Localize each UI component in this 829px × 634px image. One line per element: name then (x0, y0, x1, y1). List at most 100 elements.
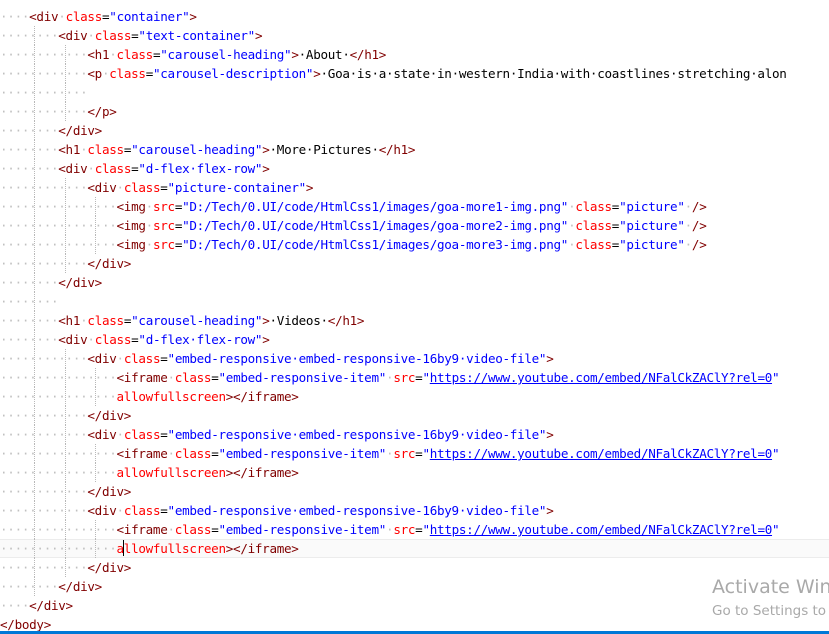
indent-guide (65, 444, 66, 463)
tag-token: <h1 (87, 47, 110, 62)
tag-token: </div> (29, 598, 73, 613)
indent-guide (34, 254, 35, 273)
tag-token: ></iframe> (225, 541, 299, 556)
whitespace-token: · (87, 28, 95, 43)
value-token: "carousel-heading" (131, 313, 263, 328)
indent-guide (34, 197, 35, 216)
code-line[interactable]: ········<div·class="d-flex·flex-row"> (0, 159, 829, 178)
code-line[interactable]: ············</div> (0, 406, 829, 425)
attribute-token: class (87, 313, 124, 328)
indent-whitespace: ················ (0, 199, 117, 214)
indent-whitespace: ············ (0, 180, 88, 195)
tag-token: ></iframe> (225, 465, 299, 480)
code-line[interactable]: ············</div> (0, 558, 829, 577)
indent-guide (65, 197, 66, 216)
code-line[interactable]: ········<h1·class="carousel-heading">·Mo… (0, 140, 829, 159)
code-line[interactable]: ············<div·class="embed-responsive… (0, 425, 829, 444)
value-token: "carousel-heading" (160, 47, 292, 62)
indent-guide (65, 254, 66, 273)
indent-guide (95, 197, 96, 216)
url-link[interactable]: https://www.youtube.com/embed/NFalCkZACl… (430, 370, 773, 385)
code-line[interactable]: ················allowfullscreen></iframe… (0, 463, 829, 482)
tag-token: <p (87, 66, 102, 81)
indent-whitespace: ················ (0, 522, 117, 537)
attribute-token: class (94, 28, 132, 43)
code-line[interactable]: ········</div> (0, 121, 829, 140)
indent-guide (65, 368, 66, 387)
code-line[interactable]: ············<h1·class="carousel-heading"… (0, 45, 829, 64)
indent-whitespace: ········ (0, 579, 59, 594)
code-line[interactable]: ················<img·src="D:/Tech/0.UI/c… (0, 235, 829, 254)
indent-guide (65, 539, 66, 558)
indent-guide (34, 121, 35, 140)
indent-whitespace: ············ (0, 85, 88, 100)
whitespace-token: · (87, 161, 95, 176)
code-line[interactable]: ················<img·src="D:/Tech/0.UI/c… (0, 216, 829, 235)
code-line[interactable]: ····<div·class="container"> (0, 7, 829, 26)
whitespace-token: · (167, 522, 176, 537)
whitespace-token: · (116, 351, 125, 366)
whitespace-token: · (116, 180, 125, 195)
code-line[interactable]: ············<div·class="embed-responsive… (0, 349, 829, 368)
url-link[interactable]: https://www.youtube.com/embed/NFalCkZACl… (430, 446, 773, 461)
code-line[interactable]: ············<p·class="carousel-descripti… (0, 64, 829, 83)
attribute-token: src (393, 522, 416, 537)
code-line[interactable]: ················allowfullscreen></iframe… (0, 539, 829, 558)
text-token: = (160, 180, 168, 195)
indent-whitespace: ············ (0, 47, 88, 62)
code-line[interactable]: ············</div> (0, 254, 829, 273)
indent-guide (34, 501, 35, 520)
attribute-token: class (123, 180, 161, 195)
indent-guide (34, 577, 35, 596)
code-line[interactable]: </body> (0, 615, 829, 631)
indent-guide (95, 235, 96, 254)
indent-whitespace: ············ (0, 351, 88, 366)
code-line[interactable]: ················<iframe·class="embed-res… (0, 368, 829, 387)
code-line[interactable]: ················<iframe·class="embed-res… (0, 520, 829, 539)
value-token: "embed-responsive·embed-responsive-16by9… (167, 503, 547, 518)
value-token: " (772, 446, 780, 461)
code-line[interactable]: ············</div> (0, 482, 829, 501)
indent-whitespace: ········ (0, 313, 59, 328)
indent-whitespace: ············ (0, 503, 88, 518)
code-line[interactable]: ········<div·class="d-flex·flex-row"> (0, 330, 829, 349)
code-line[interactable]: ················allowfullscreen></iframe… (0, 387, 829, 406)
code-editor[interactable]: ····<div·class="container"> ········<div·… (0, 0, 829, 631)
indent-guide (34, 406, 35, 425)
attribute-token: src (152, 218, 175, 233)
tag-token: <div (87, 180, 117, 195)
code-line[interactable]: ············<div·class="picture-containe… (0, 178, 829, 197)
code-line[interactable]: ················<iframe·class="embed-res… (0, 444, 829, 463)
indent-whitespace: ············ (0, 560, 88, 575)
indent-guide (34, 482, 35, 501)
tag-token: > (189, 9, 197, 24)
value-token: " (772, 370, 780, 385)
attribute-token: class (65, 9, 103, 24)
code-line[interactable]: ············ (0, 83, 829, 102)
code-line[interactable]: ············<div·class="embed-responsive… (0, 501, 829, 520)
url-link[interactable]: https://www.youtube.com/embed/NFalCkZACl… (430, 522, 773, 537)
code-line[interactable]: ················<img·src="D:/Tech/0.UI/c… (0, 197, 829, 216)
tag-token: </h1> (349, 47, 387, 62)
code-line[interactable]: ········<h1·class="carousel-heading">·Vi… (0, 311, 829, 330)
tag-token: </div> (58, 123, 102, 138)
attribute-token: class (123, 427, 161, 442)
code-line[interactable]: ········</div> (0, 273, 829, 292)
tag-token: </body> (0, 617, 51, 631)
value-token: "embed-responsive·embed-responsive-16by9… (167, 427, 547, 442)
code-line[interactable]: ········</div> (0, 577, 829, 596)
indent-whitespace: ················ (0, 541, 117, 556)
tag-token: <img (116, 199, 146, 214)
tag-token: <img (116, 218, 146, 233)
code-line[interactable]: ········ (0, 292, 829, 311)
code-line[interactable]: ········<div·class="text-container"> (0, 26, 829, 45)
tag-token: <iframe (116, 522, 168, 537)
whitespace-token: · (109, 47, 117, 62)
code-line[interactable]: ····</div> (0, 596, 829, 615)
indent-whitespace: ············ (0, 256, 88, 271)
text-token: ·About· (298, 47, 350, 62)
indent-guide (65, 558, 66, 577)
indent-guide (34, 463, 35, 482)
text-token: = (611, 199, 620, 214)
code-line[interactable]: ············</p> (0, 102, 829, 121)
